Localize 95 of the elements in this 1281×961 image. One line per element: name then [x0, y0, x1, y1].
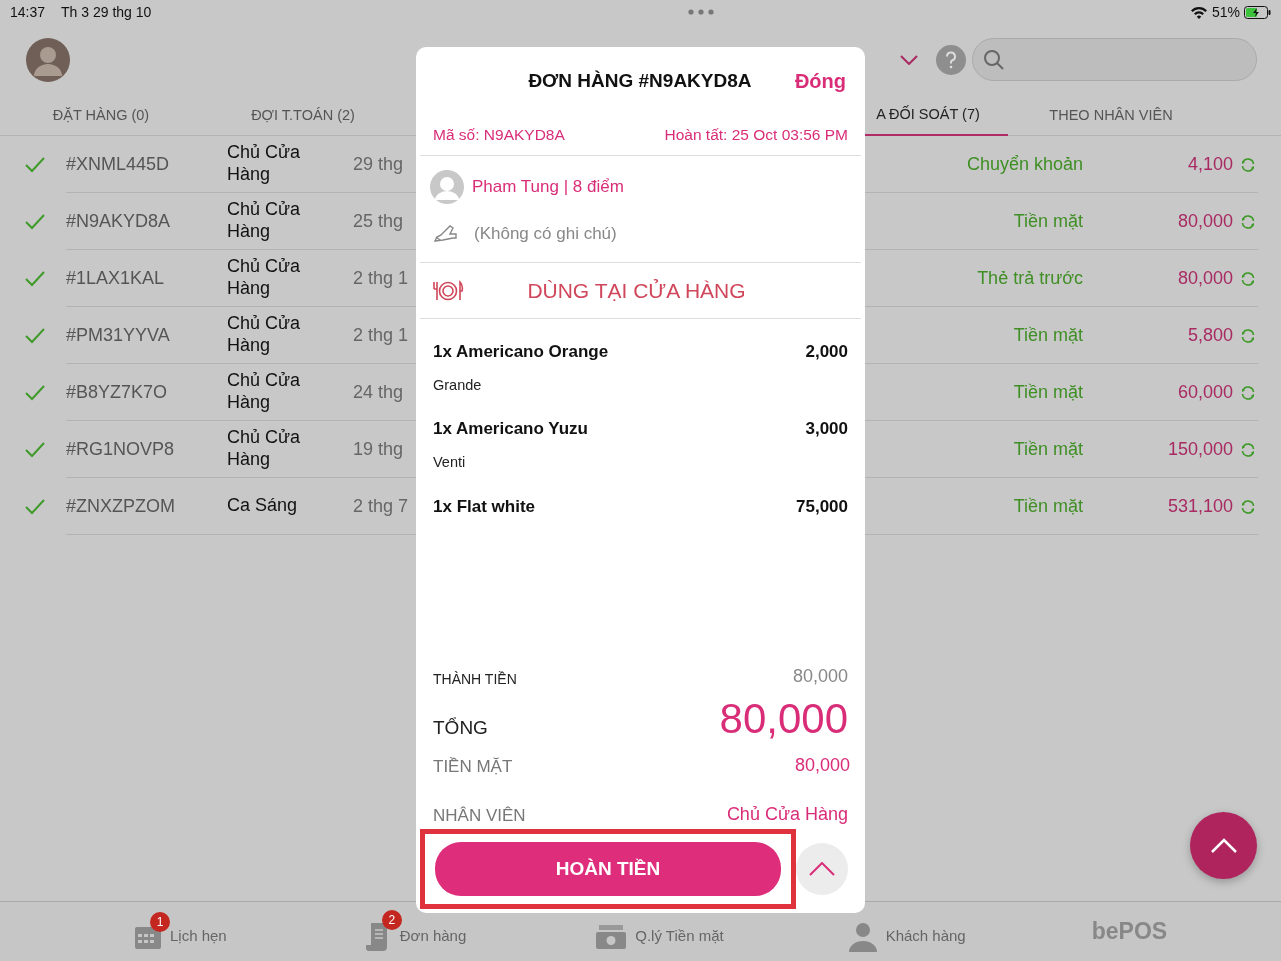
- scroll-up-button[interactable]: [1190, 812, 1257, 879]
- total-value: 80,000: [794, 754, 850, 777]
- total-value: 80,000: [719, 695, 848, 742]
- tab[interactable]: ĐỢI T.TOÁN (2): [202, 95, 404, 136]
- refresh-icon[interactable]: [1240, 270, 1256, 287]
- help-icon[interactable]: [936, 44, 966, 75]
- payment-method: Tiền mặt: [1012, 494, 1083, 518]
- amount: 4,100: [1186, 152, 1233, 176]
- item-name: 1x Americano Orange: [433, 341, 609, 363]
- search-field[interactable]: [972, 38, 1257, 81]
- person-icon: [847, 921, 878, 952]
- item-name: 1x Flat white: [433, 495, 536, 518]
- refresh-icon[interactable]: [1240, 498, 1256, 515]
- notification-badge: 2: [381, 909, 402, 930]
- total-label: NHÂN VIÊN: [433, 804, 526, 827]
- order-id: #RG1NOVP8: [66, 437, 176, 461]
- nav-item[interactable]: Lịch hẹn 1: [128, 911, 233, 952]
- refresh-icon[interactable]: [1240, 213, 1256, 230]
- date-text: Th 3 29 thg 10: [61, 2, 152, 22]
- chevron-up-icon: [809, 862, 835, 876]
- order-id: #XNML445D: [66, 152, 171, 176]
- nav-item[interactable]: Q.lý Tiền mặt: [589, 911, 730, 952]
- tab[interactable]: ĐẶT HÀNG (0): [0, 95, 202, 136]
- order-date: 19 thg: [353, 437, 405, 461]
- avatar-icon: [430, 170, 464, 204]
- plate-cutlery-icon: [432, 279, 464, 302]
- payment-method: Tiền mặt: [1012, 380, 1083, 404]
- item-option: Venti: [433, 451, 848, 474]
- chevron-down-icon[interactable]: [900, 54, 918, 65]
- notification-badge: 1: [150, 911, 170, 932]
- order-code: Mã số: N9AKYD8A: [433, 125, 565, 146]
- total-label: THÀNH TIỀN: [433, 669, 517, 689]
- order-id: #1LAX1KAL: [66, 266, 166, 290]
- total-label: TỔNG: [433, 715, 488, 740]
- note-text: (Không có ghi chú): [474, 223, 617, 246]
- amount: 80,000: [1176, 266, 1233, 290]
- order-date: 24 thg: [353, 380, 405, 404]
- nav-item[interactable]: Khách hàng: [841, 909, 972, 954]
- battery-percent: 51%: [1211, 2, 1240, 22]
- item-name: 1x Americano Yuzu: [433, 418, 588, 441]
- amount: 80,000: [1176, 209, 1233, 233]
- cash-icon: [595, 923, 628, 950]
- item-price: 2,000: [805, 341, 848, 363]
- refresh-icon[interactable]: [1240, 156, 1256, 173]
- order-date: 2 thg 1: [353, 323, 410, 347]
- refund-button[interactable]: HOÀN TIỀN: [435, 842, 781, 896]
- payment-method: Tiền mặt: [1012, 437, 1083, 461]
- total-value: Chủ Cửa Hàng: [726, 803, 848, 826]
- brand-logo: bePOS: [1091, 917, 1168, 947]
- order-date: 2 thg 1: [353, 266, 410, 290]
- customer-name[interactable]: Pham Tung | 8 điểm: [472, 174, 624, 200]
- close-button[interactable]: Đóng: [793, 65, 847, 97]
- staff-name: Ca Sáng: [227, 495, 299, 517]
- battery-icon: [1244, 5, 1271, 19]
- amount: 5,800: [1186, 323, 1233, 347]
- order-id: #ZNXZPZOM: [66, 494, 176, 518]
- staff-name: Chủ Cửa Hàng: [227, 256, 302, 300]
- staff-name: Chủ Cửa Hàng: [227, 199, 302, 243]
- payment-method: Thẻ trả trước: [976, 266, 1083, 290]
- item-option: Grande: [433, 374, 848, 397]
- staff-name: Chủ Cửa Hàng: [227, 313, 302, 357]
- more-icon: [687, 9, 714, 15]
- order-id: #B8YZ7K7O: [66, 380, 169, 404]
- service-type: DÙNG TẠI CỬA HÀNG: [526, 277, 747, 304]
- staff-name: Chủ Cửa Hàng: [227, 370, 302, 414]
- search-icon: [983, 48, 1005, 71]
- item-price: 3,000: [805, 418, 848, 441]
- order-date: 25 thg: [353, 209, 405, 233]
- amount: 531,100: [1166, 494, 1233, 518]
- wifi-icon: [1189, 5, 1208, 19]
- staff-name: Chủ Cửa Hàng: [227, 142, 302, 186]
- completed-time: Hoàn tất: 25 Oct 03:56 PM: [664, 125, 848, 146]
- tab[interactable]: THEO NHÂN VIÊN: [1010, 95, 1212, 136]
- payment-method: Tiền mặt: [1012, 323, 1083, 347]
- order-date: 29 thg: [353, 152, 405, 176]
- item-price: 75,000: [796, 495, 848, 518]
- refresh-icon[interactable]: [1240, 327, 1256, 344]
- avatar[interactable]: [26, 37, 70, 82]
- writing-hand-icon: [433, 225, 458, 243]
- clock-text: 14:37: [10, 2, 46, 22]
- payment-method: Tiền mặt: [1012, 209, 1083, 233]
- order-id: #PM31YYVA: [66, 323, 171, 347]
- payment-method: Chuyển khoản: [965, 152, 1083, 176]
- refresh-icon[interactable]: [1240, 384, 1256, 401]
- total-value: 80,000: [792, 664, 848, 688]
- expand-button[interactable]: [796, 843, 848, 895]
- total-label: TIỀN MẶT: [433, 755, 513, 778]
- order-id: #N9AKYD8A: [66, 209, 172, 233]
- chevron-up-icon: [1209, 837, 1238, 854]
- refresh-icon[interactable]: [1240, 441, 1256, 458]
- staff-name: Chủ Cửa Hàng: [227, 427, 302, 471]
- dialog-title: ĐƠN HÀNG #N9AKYD8A: [528, 69, 752, 91]
- amount: 60,000: [1176, 380, 1233, 404]
- order-date: 2 thg 7: [353, 494, 410, 518]
- amount: 150,000: [1166, 437, 1233, 461]
